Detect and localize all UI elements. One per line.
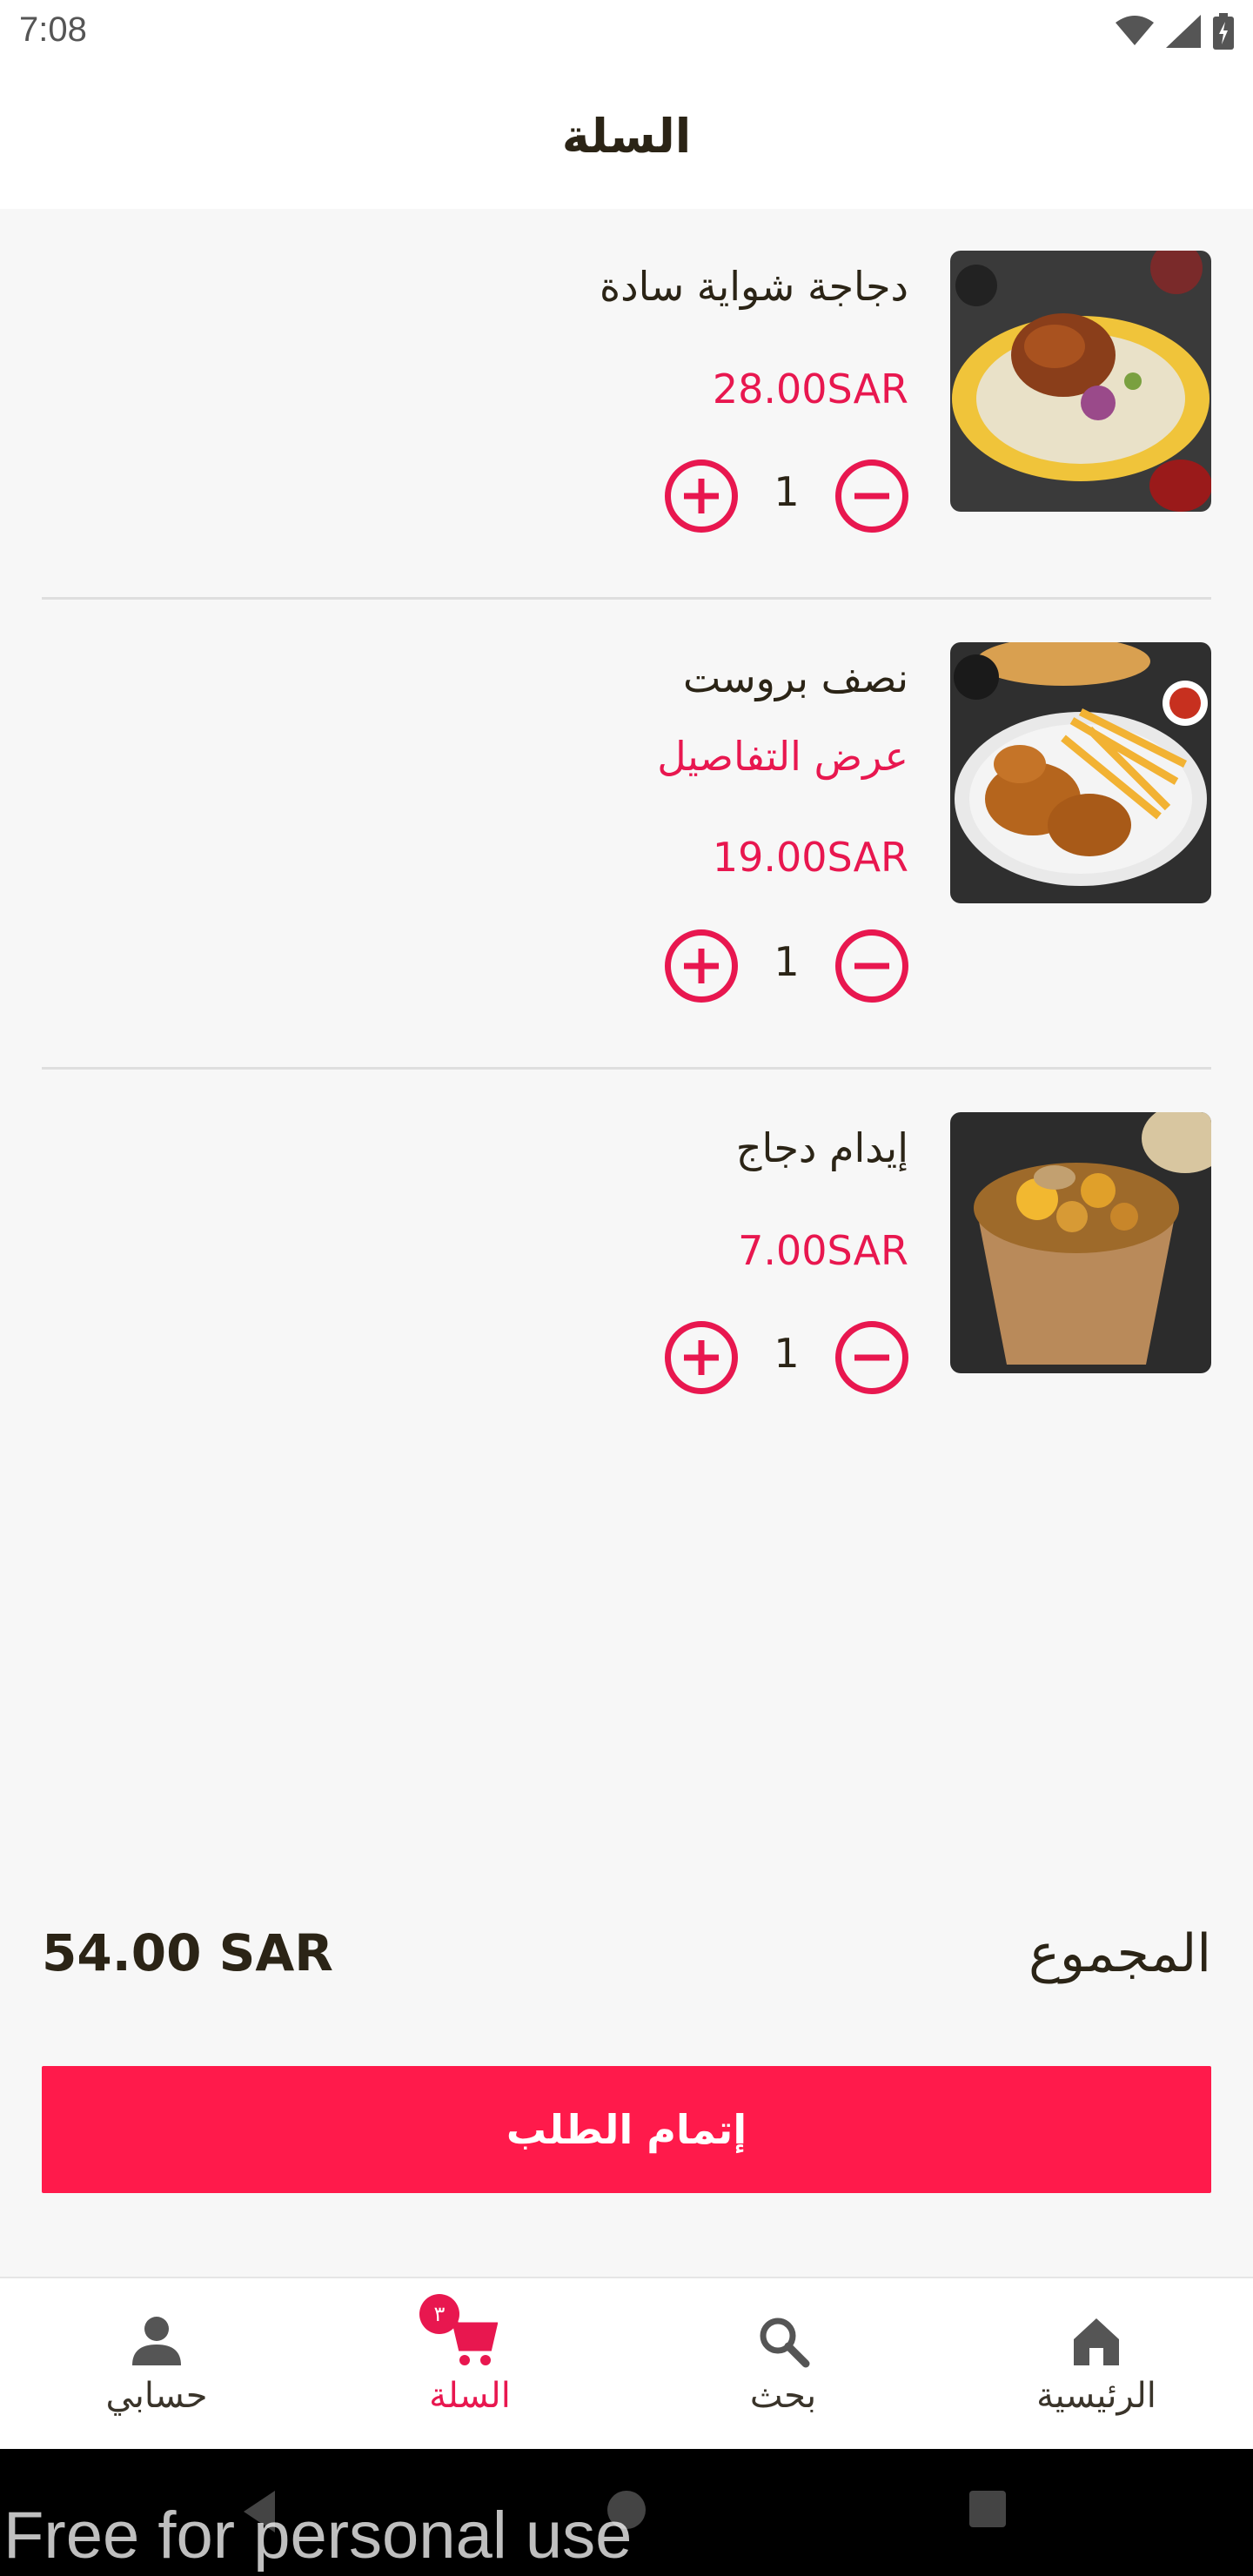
quantity-value: 1 xyxy=(774,938,800,985)
divider xyxy=(42,1067,1211,1070)
bottom-nav: حسابي ٣ السلة بحث الرئيسية xyxy=(0,2277,1253,2449)
nav-item-home[interactable]: الرئيسية xyxy=(940,2278,1253,2451)
person-icon xyxy=(129,2313,184,2369)
quantity-value: 1 xyxy=(774,1330,800,1377)
nav-label: السلة xyxy=(429,2376,511,2416)
quantity-value: 1 xyxy=(774,468,800,515)
nav-label: بحث xyxy=(749,2376,817,2416)
cart-item: نصف بروست عرض التفاصيل 19.00SAR 1 xyxy=(0,642,1253,1003)
nav-item-cart[interactable]: ٣ السلة xyxy=(313,2278,626,2451)
total-value: 54.00 SAR xyxy=(42,1923,333,1982)
home-icon xyxy=(1069,2313,1124,2369)
nav-label: الرئيسية xyxy=(1036,2376,1156,2416)
item-price: 7.00SAR xyxy=(738,1227,908,1274)
cart-item: إيدام دجاج 7.00SAR 1 xyxy=(0,1112,1253,1394)
decrease-quantity-button[interactable] xyxy=(835,929,908,1003)
product-image-chicken-stew[interactable] xyxy=(950,1112,1211,1373)
total-row: المجموع 54.00 SAR xyxy=(42,1923,1211,1993)
quantity-stepper: 1 xyxy=(0,929,908,1003)
status-time: 7:08 xyxy=(19,10,87,49)
wifi-icon xyxy=(1116,16,1154,45)
battery-icon xyxy=(1213,13,1234,50)
quantity-stepper: 1 xyxy=(0,1321,908,1394)
cart-count-badge: ٣ xyxy=(419,2294,459,2334)
recents-icon[interactable] xyxy=(968,2489,1008,2529)
page-title: السلة xyxy=(561,108,692,164)
product-image-grilled-chicken[interactable] xyxy=(950,251,1211,512)
item-name: نصف بروست xyxy=(682,654,908,701)
watermark-text: Free for personal use xyxy=(3,2499,633,2573)
status-bar: 7:08 xyxy=(0,0,1253,63)
quantity-stepper: 1 xyxy=(0,460,908,533)
status-icons xyxy=(1116,12,1234,50)
item-price: 28.00SAR xyxy=(712,366,908,413)
nav-item-search[interactable]: بحث xyxy=(626,2278,940,2451)
decrease-quantity-button[interactable] xyxy=(835,1321,908,1394)
decrease-quantity-button[interactable] xyxy=(835,460,908,533)
view-details-link[interactable]: عرض التفاصيل xyxy=(657,733,908,780)
app-header: السلة xyxy=(0,63,1253,209)
increase-quantity-button[interactable] xyxy=(665,1321,738,1394)
search-icon xyxy=(755,2313,811,2369)
cart-icon: ٣ xyxy=(419,2294,499,2369)
divider xyxy=(42,597,1211,600)
checkout-button[interactable]: إتمام الطلب xyxy=(42,2066,1211,2193)
item-price: 19.00SAR xyxy=(712,834,908,881)
product-image-broast[interactable] xyxy=(950,642,1211,903)
total-label: المجموع xyxy=(1029,1923,1211,1984)
item-name: دجاجة شواية سادة xyxy=(600,263,908,310)
nav-item-account[interactable]: حسابي xyxy=(0,2278,313,2451)
item-name: إيدام دجاج xyxy=(735,1124,908,1171)
nav-label: حسابي xyxy=(105,2376,208,2416)
cart-item: دجاجة شواية سادة 28.00SAR 1 xyxy=(0,251,1253,533)
increase-quantity-button[interactable] xyxy=(665,929,738,1003)
signal-icon xyxy=(1166,15,1201,48)
increase-quantity-button[interactable] xyxy=(665,460,738,533)
cart-screen: 7:08 السلة دجاجة شواية سادة 28.00SAR 1 ن… xyxy=(0,0,1253,2576)
